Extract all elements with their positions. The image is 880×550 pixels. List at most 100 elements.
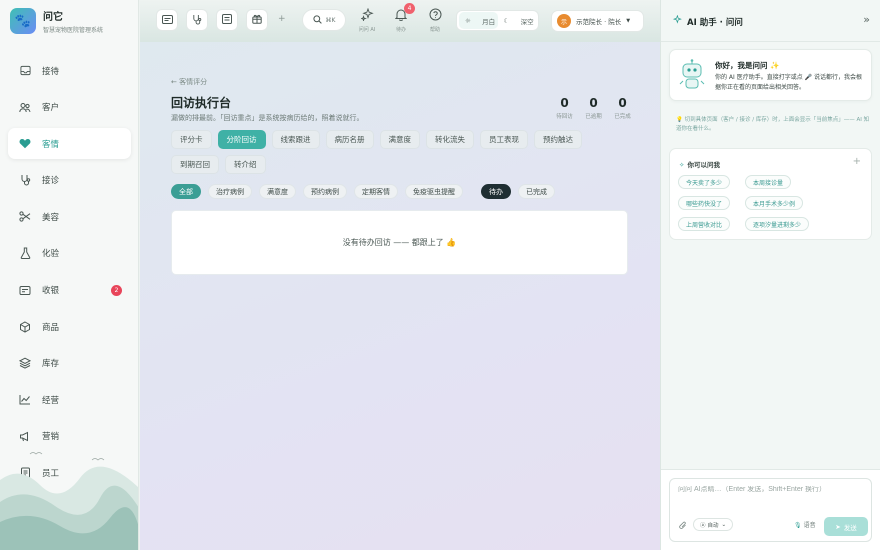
sidebar-item-products[interactable]: 商品: [8, 311, 131, 342]
greeting-card: 你好，我是问问 ✨ 你的 AI 医疗助手。直接打字或点 🎤 说话都行，我会根据你…: [669, 49, 872, 101]
stat-overdue: 0 已逾期: [585, 96, 602, 120]
records-button[interactable]: [216, 9, 238, 31]
chat-input[interactable]: [678, 486, 863, 493]
question-chip[interactable]: 本周接诊量: [745, 175, 792, 189]
page-title: 回访执行台: [171, 96, 232, 110]
empty-state: 没有待办回访 —— 都跟上了 👍: [171, 210, 628, 275]
tab-satisfaction[interactable]: 满意度: [379, 130, 420, 149]
greeting-desc: 你的 AI 医疗助手。直接打字或点 🎤 说话都行，我会根据你正在看的页面给出相关…: [715, 74, 862, 91]
sidebar-item-grooming[interactable]: 美容: [8, 201, 131, 232]
search-shortcut: ⌘K: [325, 16, 336, 24]
question-chip[interactable]: 今天卖了多少: [678, 175, 731, 189]
tab-leads[interactable]: 线索跟进: [271, 130, 320, 149]
voice-button[interactable]: 🎙 语音: [794, 520, 816, 529]
gift-icon: [252, 14, 262, 26]
tab-staff[interactable]: 员工表现: [480, 130, 528, 149]
ai-panel: AI 助手 · 问问 » 你好，我是问问 ✨ 你的 AI 医疗助手。直接打字或点…: [660, 0, 880, 550]
question-chip[interactable]: 上周营收对比: [678, 217, 731, 231]
filter-all[interactable]: 全部: [171, 184, 201, 199]
stethoscope-icon: [19, 174, 31, 186]
search-icon: [312, 14, 322, 26]
mic-icon: 🎙: [794, 522, 802, 529]
help-label: 帮助: [429, 27, 440, 33]
avatar: 示: [557, 14, 571, 28]
help-button[interactable]: 帮助: [423, 8, 447, 33]
main-content: ← 客情评分 回访执行台 漏做的排最前。「回访重点」是系统按病历给的，照着说就行…: [140, 42, 660, 550]
tab-scorecard[interactable]: 评分卡: [171, 130, 212, 149]
tab-bar: 评分卡 分阶回访 线索跟进 病历名册 满意度 转化流失 员工表现 预约触达 到期…: [171, 130, 621, 180]
question-chip[interactable]: 本月手术多少例: [745, 196, 804, 210]
sidebar-item-consultation[interactable]: 接诊: [8, 165, 131, 196]
filter-appointment[interactable]: 预约病例: [303, 184, 347, 199]
sidebar-item-inventory[interactable]: 库存: [8, 348, 131, 379]
add-icon[interactable]: +: [278, 14, 286, 24]
tab-recall[interactable]: 到期召回: [171, 155, 219, 174]
mode-select[interactable]: ⓐ 自动 ⌄: [693, 518, 734, 531]
add-icon[interactable]: +: [853, 156, 861, 167]
sidebar-item-label: 客情: [42, 139, 60, 150]
sidebar-item-customers[interactable]: 客户: [8, 92, 131, 123]
document-icon: [222, 14, 232, 26]
question-chip[interactable]: 逐项汐量进剩多少: [745, 217, 810, 231]
chevron-down-icon: ▼: [626, 18, 631, 24]
filter-treatment[interactable]: 治疗病例: [208, 184, 252, 199]
theme-toggle[interactable]: ☼ 月白 ☾ 深空: [456, 10, 539, 31]
ask-title: ✧ 你可以问我: [679, 161, 720, 169]
theme-dark-option[interactable]: ☾ 深空: [498, 12, 537, 29]
sparkle-icon: [672, 14, 682, 28]
inbox-button[interactable]: [156, 9, 178, 31]
theme-light-option[interactable]: ☼ 月白: [459, 12, 498, 29]
collapse-icon[interactable]: »: [863, 13, 870, 26]
user-name: 示范院长 · 院长: [576, 18, 622, 26]
sidebar-item-cashier[interactable]: 收银 2: [8, 275, 131, 306]
consult-button[interactable]: [186, 9, 208, 31]
bolt-icon: ⓐ: [700, 522, 706, 529]
sparkle-icon: [359, 7, 374, 23]
ask-ai-button[interactable]: 问问 AI: [355, 7, 379, 33]
tab-records[interactable]: 病历名册: [325, 130, 374, 149]
stethoscope-icon: [192, 14, 202, 27]
sidebar-item-reception[interactable]: 接待: [8, 55, 131, 86]
search-button[interactable]: ⌘K: [302, 9, 346, 31]
tab-staged-followup[interactable]: 分阶回访: [217, 130, 266, 149]
todo-badge: 4: [404, 3, 415, 14]
question-chip[interactable]: 哪些药快没了: [678, 196, 731, 210]
page-subtitle: 漏做的排最前。「回访重点」是系统按病历给的，照着说就行。: [171, 114, 364, 122]
greeting-title: 你好，我是问问 ✨: [715, 61, 780, 70]
brand[interactable]: 🐾 问它 智慧宠物医院管理系统: [10, 8, 103, 34]
sidebar-item-label: 收银: [42, 286, 60, 297]
sidebar-item-label: 化验: [42, 249, 60, 260]
sidebar-item-operations[interactable]: 经营: [8, 384, 131, 415]
status-pending[interactable]: 待办: [481, 184, 511, 199]
filter-regular[interactable]: 定期客情: [354, 184, 398, 199]
back-link[interactable]: ← 客情评分: [171, 77, 207, 87]
stat-done: 0 已完成: [614, 96, 631, 120]
heart-icon: [19, 138, 31, 150]
ai-title: AI 助手 · 问问: [672, 14, 743, 28]
paw-logo-icon: 🐾: [10, 8, 36, 34]
filter-satisfaction[interactable]: 满意度: [259, 184, 296, 199]
customers-icon: [19, 101, 31, 113]
sidebar-item-label: 接待: [42, 66, 60, 77]
filter-vaccine[interactable]: 免疫驱虫提醒: [405, 184, 463, 199]
tab-conversion[interactable]: 转化流失: [426, 130, 474, 149]
app-name: 问它: [43, 12, 63, 23]
sidebar-item-client-relations[interactable]: 客情: [8, 128, 131, 160]
sidebar: 🐾 问它 智慧宠物医院管理系统 接待 客户 客情 接诊 美容 化验 收银 2 商…: [0, 0, 139, 550]
sidebar-item-label: 库存: [42, 359, 60, 370]
paperclip-icon[interactable]: [679, 521, 687, 532]
chevron-down-icon: ⌄: [721, 521, 727, 528]
send-button[interactable]: ➤ 发送: [824, 517, 868, 536]
sidebar-item-label: 美容: [42, 212, 60, 223]
user-menu[interactable]: 示 示范院长 · 院长 ▼: [551, 10, 644, 32]
gift-button[interactable]: [246, 9, 268, 31]
cashier-icon: [19, 284, 31, 296]
todo-button[interactable]: 4 待办: [389, 3, 415, 33]
tab-referral[interactable]: 转介绍: [225, 155, 266, 174]
status-done[interactable]: 已完成: [518, 184, 555, 199]
stats: 0 待回访 0 已逾期 0 已完成: [550, 96, 637, 120]
sidebar-item-lab[interactable]: 化验: [8, 238, 131, 269]
mountains-decoration: [0, 452, 138, 550]
tab-appointments[interactable]: 预约触达: [534, 130, 582, 149]
sidebar-item-label: 经营: [42, 395, 60, 406]
